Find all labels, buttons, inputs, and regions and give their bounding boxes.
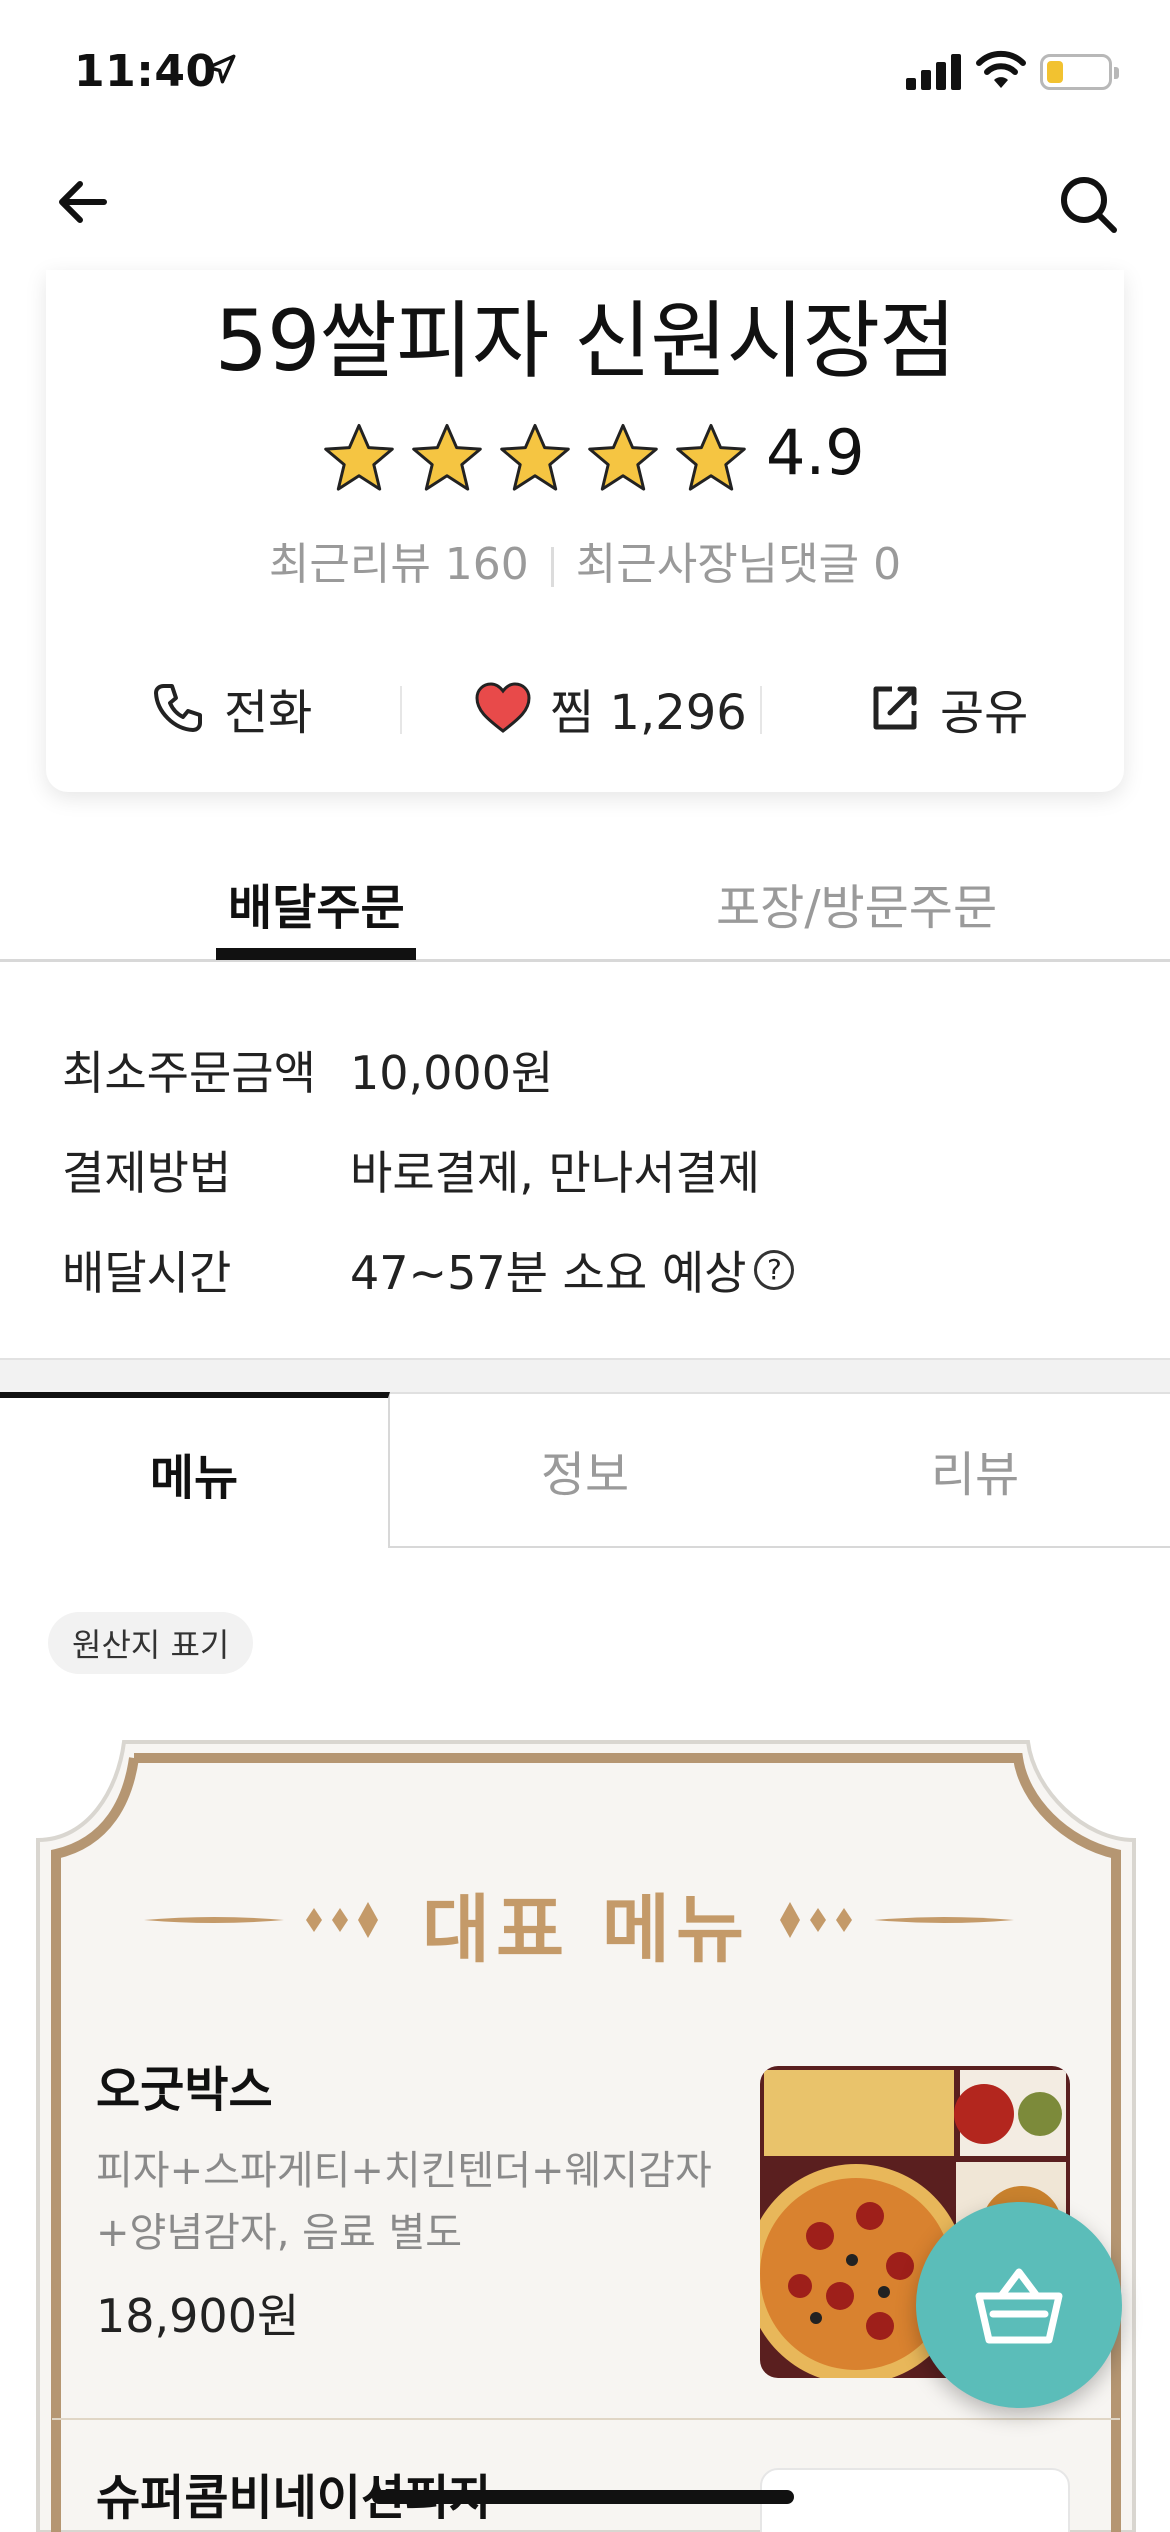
recent-review-count[interactable]: 최근리뷰 160	[269, 539, 529, 590]
tab-delivery[interactable]: 배달주문	[228, 868, 405, 938]
min-order-label: 최소주문금액	[62, 1046, 316, 1100]
order-info: 최소주문금액 10,000원 결제방법 바로결제, 만나서결제 배달시간 47~…	[62, 1020, 1122, 1320]
review-summary: 최근리뷰 160 최근사장님댓글 0	[46, 528, 1124, 592]
tab-menu[interactable]: 메뉴	[0, 1392, 390, 1548]
owner-reply-count[interactable]: 최근사장님댓글 0	[576, 539, 901, 590]
order-type-tabs: 배달주문 포장/방문주문	[0, 850, 1170, 962]
battery-icon	[1040, 54, 1119, 90]
like-label: 찜 1,296	[550, 685, 747, 741]
signal-icon	[906, 54, 961, 90]
menu-tabs: 메뉴 정보 리뷰	[0, 1392, 1170, 1548]
wifi-icon	[976, 50, 1026, 88]
back-arrow-icon[interactable]	[52, 170, 116, 234]
star-icon	[676, 423, 746, 491]
info-row-min-order: 최소주문금액 10,000원	[62, 1020, 1122, 1120]
heart-icon	[475, 682, 531, 733]
rating-value: 4.9	[766, 416, 865, 489]
section-divider	[0, 1358, 1170, 1392]
status-bar: 11:40	[0, 0, 1170, 150]
tab-info[interactable]: 정보	[390, 1392, 780, 1548]
call-label: 전화	[224, 685, 313, 741]
active-tab-indicator	[216, 948, 416, 960]
star-icon	[324, 423, 394, 491]
info-row-delivery-time: 배달시간 47~57분 소요 예상 ?	[62, 1220, 1122, 1320]
call-button[interactable]: 전화	[150, 658, 312, 758]
store-card: 59쌀피자 신원시장점 4.9 최근리뷰 160 최근사장님댓글 0 전화 찜 1…	[46, 270, 1124, 792]
menu-item-description: 피자+스파게티+치킨텐더+웨지감자 +양념감자, 음료 별도	[96, 2148, 712, 2256]
share-label: 공유	[940, 685, 1029, 741]
share-button[interactable]: 공유	[868, 658, 1028, 758]
star-icon	[588, 423, 658, 491]
featured-menu-board: 대표 메뉴 오굿박스 피자+스파게티+치킨텐더+웨지감자 +양념감자, 음료 별…	[24, 1730, 1148, 2532]
star-icon	[500, 423, 570, 491]
menu-item-divider	[52, 2418, 1120, 2420]
min-order-value: 10,000원	[350, 1046, 554, 1100]
delivery-time-label: 배달시간	[62, 1246, 232, 1300]
home-indicator	[372, 2490, 794, 2504]
help-icon[interactable]: ?	[754, 1250, 795, 1290]
payment-value: 바로결제, 만나서결제	[350, 1146, 761, 1200]
payment-label: 결제방법	[62, 1146, 232, 1200]
star-icon	[412, 423, 482, 491]
cart-icon	[975, 2268, 1063, 2344]
store-name: 59쌀피자 신원시장점	[214, 292, 957, 390]
delivery-time-value: 47~57분 소요 예상	[350, 1246, 747, 1300]
status-time: 11:40	[74, 46, 217, 97]
menu-item-photo[interactable]	[760, 2468, 1070, 2532]
info-row-payment: 결제방법 바로결제, 만나서결제	[62, 1120, 1122, 1220]
store-actions: 전화 찜 1,296 공유	[46, 658, 1124, 758]
tab-reviews[interactable]: 리뷰	[780, 1392, 1170, 1548]
title-ornament-right	[780, 1902, 1014, 1938]
like-button[interactable]: 찜 1,296	[474, 658, 747, 758]
location-arrow-icon	[206, 54, 236, 84]
share-icon	[873, 686, 917, 730]
tab-pickup[interactable]: 포장/방문주문	[716, 868, 997, 938]
search-icon[interactable]	[1054, 170, 1122, 238]
cart-button[interactable]	[916, 2202, 1122, 2408]
star-rating	[322, 418, 762, 498]
origin-label-button[interactable]: 원산지 표기	[48, 1612, 254, 1674]
phone-icon	[154, 684, 202, 732]
